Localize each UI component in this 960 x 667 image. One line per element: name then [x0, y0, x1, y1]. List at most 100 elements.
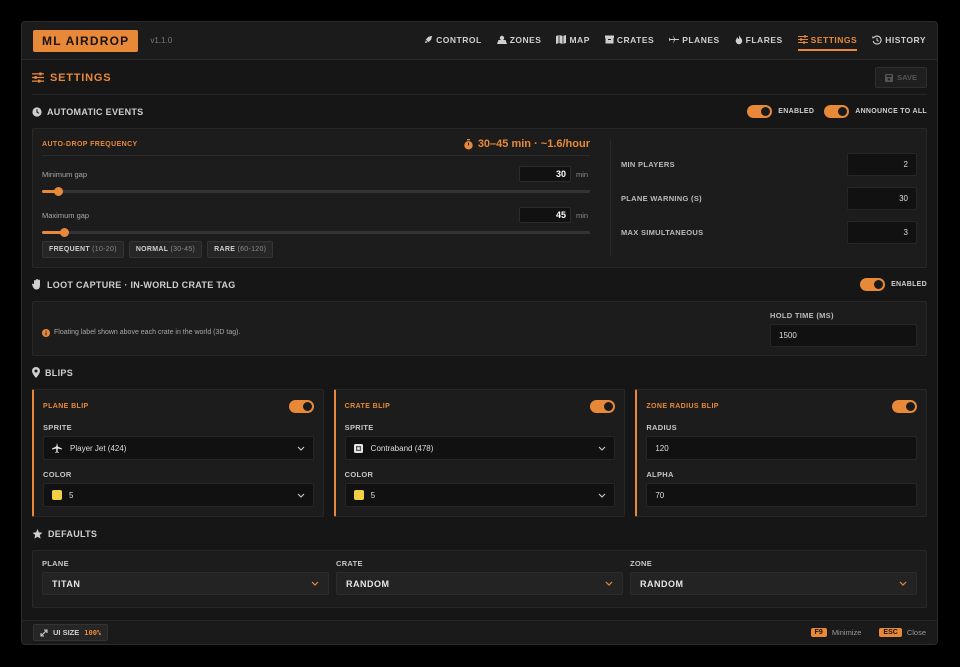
- radius-input[interactable]: 120: [646, 436, 918, 460]
- crate-sprite-select[interactable]: Contraband (478): [344, 436, 616, 460]
- max-gap-unit: min: [576, 210, 589, 220]
- announce-to-all-toggle[interactable]: [824, 105, 850, 118]
- toggle-label: ANNOUNCE TO ALL: [855, 108, 927, 115]
- min-gap-slider[interactable]: [42, 185, 590, 197]
- ui-size-label: UI SIZE: [53, 628, 80, 637]
- plane-sprite-select[interactable]: Player Jet (424): [43, 436, 314, 460]
- sliders-icon: [32, 72, 44, 83]
- select-value: TITAN: [52, 578, 81, 589]
- section-title: LOOT CAPTURE · IN-WORLD CRATE TAG: [47, 279, 236, 290]
- save-label: SAVE: [897, 73, 917, 82]
- preset-name: RARE: [214, 246, 236, 253]
- preset-rare-button[interactable]: RARE (60-120): [207, 241, 274, 258]
- blip-card-header: PLANE BLIP: [43, 398, 314, 414]
- default-plane-select[interactable]: TITAN: [42, 572, 329, 595]
- nav-tab-history[interactable]: HISTORY: [872, 31, 926, 51]
- slider-track: [42, 190, 590, 193]
- stopwatch-icon: [464, 138, 473, 150]
- nav-tab-crates[interactable]: CRATES: [604, 31, 654, 51]
- enabled-toggle-group: ENABLED: [860, 278, 927, 291]
- blip-card-title: ZONE RADIUS BLIP: [646, 402, 719, 410]
- save-button[interactable]: SAVE: [875, 67, 927, 88]
- chevron-down-icon: [598, 493, 606, 498]
- top-bar: ML AIRDROP v1.1.0 CONTROL ZONES MAP CRAT…: [22, 22, 937, 60]
- hotkey-key: F9: [810, 628, 827, 637]
- frequency-header: AUTO-DROP FREQUENCY 30–45 min · ~1.6/hou…: [42, 136, 590, 156]
- nav-tab-flares[interactable]: FLARES: [735, 31, 783, 51]
- max-gap-input[interactable]: 45: [519, 207, 571, 223]
- plane-blip-toggle[interactable]: [288, 399, 314, 413]
- crate-color-select[interactable]: 5: [344, 483, 616, 507]
- settings-content[interactable]: SETTINGS SAVE AUTOMATIC EVENTS ENABLED A…: [22, 61, 937, 620]
- blip-card-header: ZONE RADIUS BLIP: [646, 398, 918, 414]
- loot-capture-toggles: ENABLED: [860, 278, 927, 291]
- ui-size-button[interactable]: UI SIZE 100%: [33, 624, 109, 641]
- alpha-label: ALPHA: [646, 470, 674, 479]
- nav-tab-zones[interactable]: ZONES: [496, 31, 542, 51]
- loot-info: Floating label shown above each crate in…: [42, 328, 241, 337]
- map-icon: [556, 35, 567, 44]
- max-gap-slider[interactable]: [42, 226, 590, 238]
- min-gap-label: Minimum gap: [42, 169, 88, 179]
- zone-radius-blip-card: ZONE RADIUS BLIP RADIUS 120 ALPHA 70: [635, 389, 928, 517]
- default-plane-label: PLANE: [42, 559, 69, 568]
- slider-thumb[interactable]: [54, 187, 64, 196]
- plane-icon: [52, 443, 62, 453]
- frequency-block: AUTO-DROP FREQUENCY 30–45 min · ~1.6/hou…: [42, 129, 590, 267]
- section-title: DEFAULTS: [48, 528, 98, 539]
- sprite-label: SPRITE: [344, 423, 374, 432]
- min-gap-unit: min: [576, 169, 589, 179]
- default-zone-select[interactable]: RANDOM: [630, 572, 917, 595]
- nav-tab-label: MAP: [569, 34, 590, 45]
- loot-capture-enabled-toggle[interactable]: [860, 278, 886, 291]
- crate-blip-toggle[interactable]: [590, 399, 616, 413]
- plane-warning-input[interactable]: 30: [847, 187, 917, 210]
- zone-blip-toggle[interactable]: [892, 399, 918, 413]
- page-header: SETTINGS SAVE: [32, 61, 927, 95]
- footer-bar: UI SIZE 100% F9 Minimize ESC Close: [22, 620, 937, 644]
- min-players-input[interactable]: 2: [847, 153, 917, 176]
- preset-name: FREQUENT: [49, 246, 90, 253]
- min-players-row: MIN PLAYERS 2: [621, 153, 917, 176]
- sprite-label: SPRITE: [43, 423, 72, 432]
- auto-events-enabled-toggle[interactable]: [747, 105, 773, 118]
- preset-range: (30-45): [170, 246, 196, 253]
- hotkey-label: Minimize: [831, 628, 862, 637]
- loot-capture-header: LOOT CAPTURE · IN-WORLD CRATE TAG ENABLE…: [32, 268, 927, 301]
- close-hotkey[interactable]: ESC Close: [879, 628, 926, 637]
- default-crate-select[interactable]: RANDOM: [336, 572, 623, 595]
- plane-icon: [669, 35, 680, 44]
- max-simultaneous-input[interactable]: 3: [847, 221, 917, 244]
- min-gap-input[interactable]: 30: [519, 166, 571, 182]
- chevron-down-icon: [297, 493, 305, 498]
- slider-thumb[interactable]: [59, 228, 69, 237]
- announce-toggle-group: ANNOUNCE TO ALL: [824, 105, 927, 118]
- save-icon: [885, 73, 894, 82]
- default-crate-field: CRATE RANDOM: [336, 559, 623, 607]
- defaults-header: DEFAULTS: [32, 517, 927, 550]
- blips-header: BLIPS: [32, 356, 927, 389]
- alpha-input[interactable]: 70: [646, 483, 918, 507]
- nav-tab-label: ZONES: [509, 34, 542, 45]
- hold-time-input[interactable]: 1500: [770, 323, 917, 347]
- toggle-label: ENABLED: [778, 108, 815, 115]
- hold-time-label: HOLD TIME (MS): [770, 310, 834, 320]
- preset-normal-button[interactable]: NORMAL (30-45): [128, 241, 203, 258]
- plane-color-select[interactable]: 5: [43, 483, 314, 507]
- info-icon: [42, 328, 50, 337]
- divider: [610, 139, 611, 257]
- nav-tab-settings[interactable]: SETTINGS: [797, 31, 858, 51]
- nav-tab-control[interactable]: CONTROL: [424, 31, 482, 51]
- minimize-hotkey[interactable]: F9 Minimize: [810, 628, 862, 637]
- star-icon: [32, 528, 43, 539]
- nav-tab-map[interactable]: MAP: [556, 31, 589, 51]
- enabled-toggle-group: ENABLED: [747, 105, 814, 118]
- plane-warning-row: PLANE WARNING (S) 30: [621, 187, 917, 210]
- loot-info-text: Floating label shown above each crate in…: [54, 329, 241, 336]
- automatic-events-toggles: ENABLED ANNOUNCE TO ALL: [747, 105, 927, 118]
- nav-tab-planes[interactable]: PLANES: [669, 31, 719, 51]
- preset-frequent-button[interactable]: FREQUENT (10-20): [42, 241, 124, 258]
- frequency-title: AUTO-DROP FREQUENCY: [42, 140, 138, 148]
- chevron-down-icon: [605, 581, 613, 586]
- limits-block: MIN PLAYERS 2 PLANE WARNING (S) 30 MAX S…: [621, 129, 917, 267]
